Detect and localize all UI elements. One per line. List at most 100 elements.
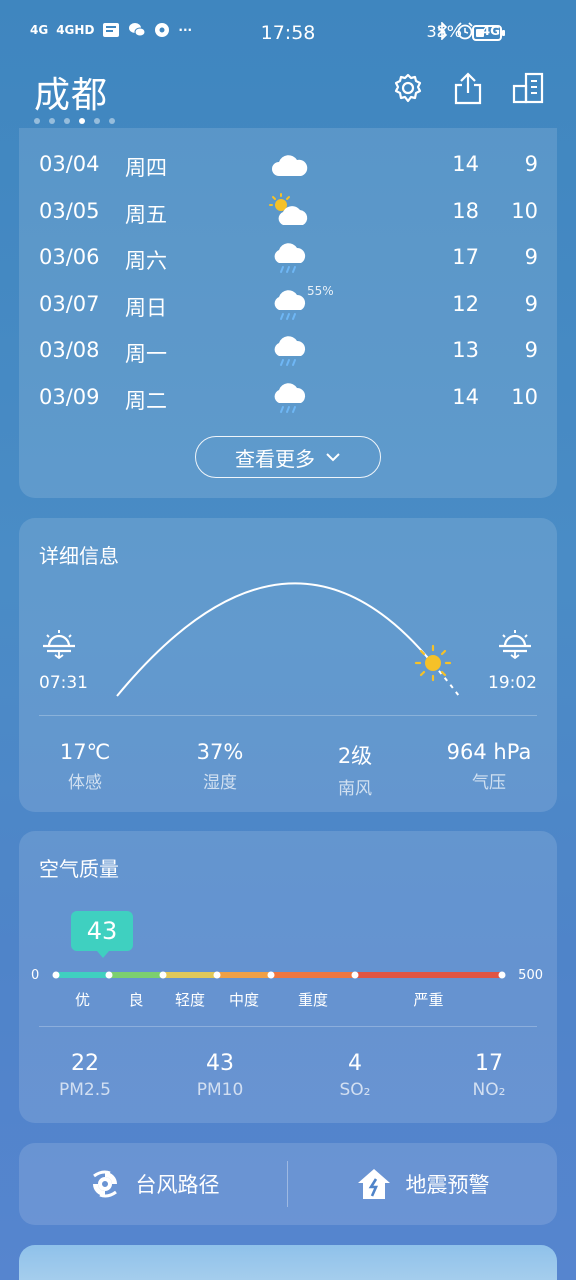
pollutant-stat: 43 PM10 xyxy=(160,1051,280,1100)
light-rain-icon xyxy=(274,382,306,413)
page-dot xyxy=(109,118,115,124)
light-rain-icon xyxy=(274,336,306,366)
aqi-level-label: 中度 xyxy=(228,991,259,1009)
forecast-high: 17 xyxy=(452,245,479,269)
detail-stat: 2级 南风 xyxy=(295,740,415,799)
forecast-low: 9 xyxy=(524,152,538,176)
forecast-weekday: 周五 xyxy=(125,202,167,227)
earthquake-house-icon xyxy=(357,1169,390,1199)
battery-icon xyxy=(472,25,505,41)
pollutant-label: NO₂ xyxy=(472,1080,506,1100)
air-quality-title: 空气质量 xyxy=(39,857,119,881)
typhoon-path-button[interactable]: 台风路径 xyxy=(19,1143,288,1225)
aqi-scale-segment xyxy=(109,972,163,978)
forecast-low: 9 xyxy=(524,338,538,362)
aqi-scale-tick xyxy=(213,971,221,979)
detail-stat-value: 2级 xyxy=(337,744,373,768)
detail-stat: 37% 湿度 xyxy=(160,740,280,793)
earthquake-warning-label: 地震预警 xyxy=(405,1173,490,1197)
forecast-date: 03/09 xyxy=(39,384,100,409)
forecast-low: 9 xyxy=(524,291,538,316)
buildings-icon xyxy=(512,72,544,104)
detail-stat-value: 17℃ xyxy=(59,740,111,764)
pollutant-label: PM10 xyxy=(196,1080,244,1100)
forecast-date: 03/08 xyxy=(39,338,100,362)
pollutant-label: SO₂ xyxy=(339,1080,371,1100)
forecast-weekday: 周一 xyxy=(125,342,167,366)
aqi-level-label: 严重 xyxy=(413,991,444,1009)
page-dot xyxy=(79,118,85,124)
air-quality-card[interactable]: 空气质量 43 0 500 优良轻度 中度 重度 严重 22 PM2.5 43 PM10 4 S… xyxy=(19,831,557,1123)
typhoon-icon xyxy=(92,1170,117,1198)
page-dot xyxy=(49,118,55,124)
cloudy-icon xyxy=(272,155,308,176)
settings-button[interactable] xyxy=(390,70,426,106)
forecast-high: 13 xyxy=(452,338,479,362)
sunset-icon xyxy=(499,630,531,660)
aqi-level-label: 优 xyxy=(74,991,90,1009)
aqi-scale-segment xyxy=(217,972,271,978)
see-more-label: 查看更多 xyxy=(235,446,315,471)
city-manage-button[interactable] xyxy=(510,70,546,106)
sun-icon xyxy=(414,644,452,682)
aqi-scale-segment xyxy=(271,972,355,978)
aqi-scale-tick xyxy=(498,971,506,979)
light-rain-icon xyxy=(274,243,306,273)
detail-stat: 964 hPa 气压 xyxy=(429,740,549,793)
aqi-scale-segment xyxy=(56,972,109,978)
pollutant-stat: 4 SO₂ xyxy=(295,1051,415,1100)
city-name[interactable]: 成都 xyxy=(34,66,108,118)
forecast-row[interactable]: 03/06 周六 17 9 xyxy=(19,235,557,281)
pollutant-value: 17 xyxy=(475,1051,503,1076)
precip-chance: 55% xyxy=(307,283,334,298)
detail-stat-value: 37% xyxy=(196,740,244,764)
status-bar: 4G 4GHD ··· 17:58 4G 35% xyxy=(0,0,576,66)
pollutant-value: 43 xyxy=(206,1051,234,1076)
detail-stat: 17℃ 体感 xyxy=(25,740,145,793)
detail-stat-label: 体感 xyxy=(68,773,102,793)
aqi-scale-tick xyxy=(267,971,275,979)
page-dot xyxy=(64,118,70,124)
header-actions xyxy=(390,70,546,106)
sunset-time: 19:02 xyxy=(488,673,537,693)
page-indicator xyxy=(34,118,115,124)
light-rain-icon xyxy=(274,289,306,320)
forecast-low: 9 xyxy=(524,245,538,269)
aqi-scale-bar xyxy=(52,971,506,979)
forecast-row[interactable]: 03/08 周一 13 9 xyxy=(19,328,557,374)
sunrise-time: 07:31 xyxy=(39,673,88,693)
detail-stat-label: 气压 xyxy=(472,773,506,793)
sunrise-icon xyxy=(43,630,75,660)
share-button[interactable] xyxy=(450,70,486,106)
battery-tip xyxy=(502,30,505,36)
forecast-low: 10 xyxy=(511,384,538,409)
page-dot xyxy=(34,118,40,124)
aqi-scale-tick xyxy=(52,971,60,979)
forecast-high: 12 xyxy=(452,291,479,316)
forecast-weekday: 周日 xyxy=(125,295,167,320)
forecast-weekday: 周二 xyxy=(125,388,167,413)
aqi-scale-tick xyxy=(351,971,359,979)
typhoon-path-label: 台风路径 xyxy=(135,1173,220,1197)
pollutant-stat: 17 NO₂ xyxy=(429,1051,549,1100)
partly-cloudy-icon xyxy=(269,192,308,225)
forecast-row[interactable]: 03/09 周二 14 10 xyxy=(19,375,557,421)
forecast-high: 14 xyxy=(452,152,479,176)
details-card: 详细信息 07:31 19:02 17℃ 体感 37% 湿度 2级 南风 964 hPa 气压 xyxy=(19,518,557,812)
links-card: 台风路径 地震预警 xyxy=(19,1143,557,1225)
see-more-button[interactable]: 查看更多 xyxy=(195,436,381,478)
share-icon xyxy=(454,72,482,105)
earthquake-warning-button[interactable]: 地震预警 xyxy=(288,1143,557,1225)
detail-stat-value: 964 hPa xyxy=(446,740,532,764)
aqi-scale-tick xyxy=(159,971,167,979)
detail-stat-label: 湿度 xyxy=(203,773,237,793)
forecast-row[interactable]: 03/04 周四 14 9 xyxy=(19,142,557,188)
aqi-scale-segment xyxy=(163,972,217,978)
aqi-value-badge: 43 xyxy=(71,911,133,958)
forecast-card: 03/04 周四 14 9 03/05 周五 18 10 03/06 周六 17 9 03/07 周日 55… xyxy=(19,128,557,498)
forecast-row[interactable]: 03/07 周日 55% 12 9 xyxy=(19,282,557,328)
forecast-row[interactable]: 03/05 周五 18 10 xyxy=(19,189,557,235)
pollutant-value: 22 xyxy=(71,1051,99,1076)
chevron-down-icon xyxy=(326,453,340,462)
aqi-level-label: 良 xyxy=(128,991,144,1009)
